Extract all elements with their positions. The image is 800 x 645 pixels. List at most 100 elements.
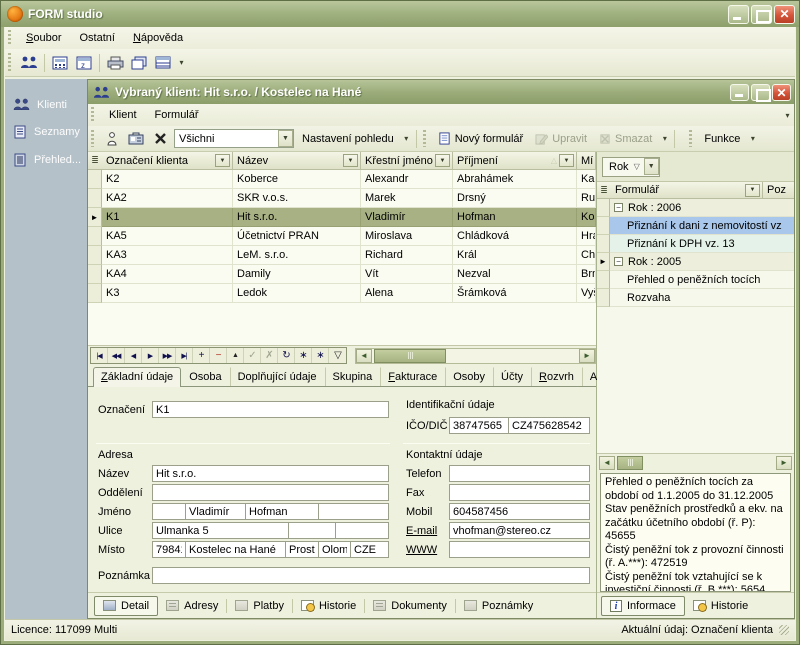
menu-formular[interactable]: Formulář	[146, 106, 208, 124]
misto-stat-field[interactable]	[350, 541, 389, 558]
card-toolbar-button[interactable]	[124, 128, 148, 150]
telefon-field[interactable]	[449, 465, 590, 482]
www-field[interactable]	[449, 541, 590, 558]
form-group-row[interactable]: ► −Rok : 2005	[597, 253, 794, 271]
menu-napoveda[interactable]: Nápověda	[124, 29, 192, 47]
column-header-oznaceni[interactable]: Označení klienta ▼	[102, 152, 233, 169]
functions-button[interactable]: Funkce	[698, 131, 746, 147]
tab-historie[interactable]: Historie	[293, 597, 364, 615]
menu-soubor[interactable]: Soubor	[17, 29, 70, 47]
www-link-label[interactable]: WWW	[406, 544, 437, 556]
post-button[interactable]: ✓	[244, 348, 261, 363]
next-record-button[interactable]: ▶	[142, 348, 159, 363]
form-item-row[interactable]: Přehled o peněžních tocích	[597, 271, 794, 289]
oddeleni-field[interactable]	[152, 484, 389, 501]
scroll-left-icon[interactable]: ◄	[356, 349, 372, 363]
client-menu-overflow-button[interactable]: ▾	[781, 105, 794, 125]
ulice-cp-field[interactable]	[288, 522, 336, 539]
collapse-icon[interactable]: −	[614, 203, 623, 212]
group-by-rok-box[interactable]: Rok ▽ ▼	[602, 157, 660, 177]
first-record-button[interactable]: |◀	[91, 348, 108, 363]
form-item-row[interactable]: Přiznání k DPH vz. 13	[597, 235, 794, 253]
column-header-nazev[interactable]: Název ▼	[233, 152, 361, 169]
menu-klient[interactable]: Klient	[100, 106, 146, 124]
column-header-poz[interactable]: Poz	[763, 182, 794, 198]
prior-page-button[interactable]: ◀◀	[108, 348, 125, 363]
tab-fakturace[interactable]: Fakturace	[380, 367, 445, 386]
jmeno-suffix-field[interactable]	[318, 503, 389, 520]
sidebar-item-prehled[interactable]: Přehled...	[5, 146, 87, 174]
misto-kraj-field[interactable]	[318, 541, 351, 558]
tab-adresy[interactable]: Adresy	[158, 597, 226, 615]
tab-detail[interactable]: Detail	[94, 596, 158, 616]
jmeno-first-field[interactable]	[185, 503, 246, 520]
group3-overflow-button[interactable]: ▾	[746, 129, 759, 149]
client-minimize-button[interactable]	[730, 84, 749, 101]
column-filter-icon[interactable]: ▼	[435, 154, 450, 167]
scrollbar-thumb[interactable]	[617, 456, 643, 470]
tab-zakladni-udaje[interactable]: Základní údaje	[93, 367, 181, 387]
minimize-button[interactable]	[728, 5, 749, 24]
delete-client-toolbar-button[interactable]	[148, 128, 172, 150]
view-settings-button[interactable]: Nastavení pohledu	[296, 131, 400, 147]
misto-city-field[interactable]	[185, 541, 286, 558]
tab-osoba[interactable]: Osoba	[181, 367, 229, 386]
scroll-right-icon[interactable]: ►	[579, 349, 595, 363]
table-horizontal-scrollbar[interactable]: ◄ ►	[355, 348, 596, 364]
new-form-button[interactable]: Nový formulář	[432, 130, 529, 147]
print-toolbar-button[interactable]	[103, 52, 127, 74]
tab-doplnujici-udaje[interactable]: Doplňující údaje	[230, 367, 325, 386]
form-item-row[interactable]: Rozvaha	[597, 289, 794, 307]
collapse-icon[interactable]: −	[614, 257, 623, 266]
fax-field[interactable]	[449, 484, 590, 501]
forms-toolbar-button[interactable]: z	[72, 52, 96, 74]
column-filter-icon[interactable]: ▼	[745, 184, 760, 197]
ulice-field[interactable]	[152, 522, 289, 539]
insert-record-button[interactable]: +	[193, 348, 210, 363]
table-row[interactable]: K2 Koberce Alexandr Abrahámek Karv	[88, 170, 596, 189]
calculator-toolbar-button[interactable]	[48, 52, 72, 74]
tab-rozvrh[interactable]: Rozvrh	[531, 367, 582, 386]
resize-grip[interactable]	[779, 625, 789, 635]
scroll-left-icon[interactable]: ◄	[599, 456, 615, 470]
tab-dokumenty[interactable]: Dokumenty	[365, 597, 455, 615]
table-row-selected[interactable]: ► K1 Hit s.r.o. Vladimír Hofman Kost	[88, 208, 596, 227]
bookmark-button[interactable]: ∗	[295, 348, 312, 363]
form-list-horizontal-scrollbar[interactable]: ◄ ►	[597, 454, 794, 471]
table-row[interactable]: KA2 SKR v.o.s. Marek Drsný Rudn	[88, 189, 596, 208]
scroll-right-icon[interactable]: ►	[776, 456, 792, 470]
form-item-row-selected[interactable]: Přiznání k dani z nemovitostí vz	[597, 217, 794, 235]
tab-historie-right[interactable]: Historie	[685, 597, 756, 615]
scrollbar-thumb[interactable]	[374, 349, 446, 363]
column-filter-icon[interactable]: ▼	[343, 154, 358, 167]
table-row[interactable]: KA4 Damily Vít Nezval Brno	[88, 265, 596, 284]
misto-psc-field[interactable]	[152, 541, 186, 558]
column-header-krestni[interactable]: Křestní jméno ▼	[361, 152, 453, 169]
goto-bookmark-button[interactable]: ∗	[312, 348, 329, 363]
client-toolbar-grip[interactable]	[91, 130, 94, 148]
tab-skupina[interactable]: Skupina	[325, 367, 381, 386]
close-button[interactable]	[774, 5, 795, 24]
chevron-down-icon[interactable]: ▼	[278, 130, 293, 147]
delete-button[interactable]: Smazat	[593, 131, 658, 147]
table-corner-icon[interactable]: ≣	[88, 152, 102, 169]
tab-osoby[interactable]: Osoby	[445, 367, 493, 386]
edit-button[interactable]: Upravit	[529, 131, 593, 147]
toolbar-overflow-button[interactable]: ▾	[175, 53, 188, 73]
oznaceni-field[interactable]	[152, 401, 389, 418]
tab-platby[interactable]: Platby	[227, 597, 292, 615]
filter-button[interactable]: ▽	[329, 348, 346, 363]
sidebar-item-seznamy[interactable]: Seznamy	[5, 118, 87, 146]
mobil-field[interactable]	[449, 503, 590, 520]
table-row[interactable]: KA5 Účetnictví PRAN Miroslava Chládková …	[88, 227, 596, 246]
column-filter-icon[interactable]: ▼	[215, 154, 230, 167]
last-record-button[interactable]: ▶|	[176, 348, 193, 363]
column-header-prijmeni[interactable]: Příjmení △ ▼	[453, 152, 577, 169]
list-toolbar-button[interactable]	[151, 52, 175, 74]
table-row[interactable]: KA3 LeM. s.r.o. Richard Král Cheb	[88, 246, 596, 265]
next-page-button[interactable]: ▶▶	[159, 348, 176, 363]
edit-record-button[interactable]: ▲	[227, 348, 244, 363]
copies-toolbar-button[interactable]	[127, 52, 151, 74]
menu-ostatni[interactable]: Ostatní	[70, 29, 123, 47]
jmeno-title-field[interactable]	[152, 503, 186, 520]
